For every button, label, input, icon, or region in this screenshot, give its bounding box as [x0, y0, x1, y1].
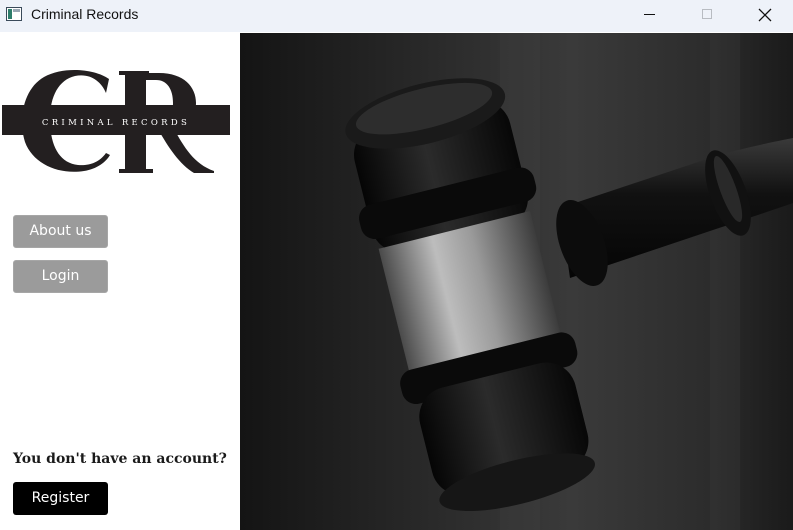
login-button[interactable]: Login — [13, 260, 108, 293]
maximize-button[interactable] — [678, 0, 736, 32]
minimize-button[interactable] — [620, 0, 678, 32]
gavel-hero-image — [240, 33, 793, 530]
close-icon — [758, 8, 772, 22]
sidebar-panel: CRIMINAL RECORDS About us Login You don'… — [0, 33, 240, 530]
logo-tagline: CRIMINAL RECORDS — [42, 118, 190, 128]
criminal-records-logo: CRIMINAL RECORDS — [2, 70, 230, 173]
register-button[interactable]: Register — [13, 482, 108, 515]
about-us-button[interactable]: About us — [13, 215, 108, 248]
app-window-icon — [6, 7, 22, 21]
maximize-icon — [702, 9, 712, 19]
minimize-icon — [644, 14, 655, 15]
close-button[interactable] — [736, 0, 793, 32]
account-prompt: You don't have an account? — [13, 451, 227, 467]
window-title: Criminal Records — [31, 6, 139, 22]
judge-gavel-photo — [240, 33, 793, 530]
title-bar[interactable]: Criminal Records — [0, 0, 793, 32]
